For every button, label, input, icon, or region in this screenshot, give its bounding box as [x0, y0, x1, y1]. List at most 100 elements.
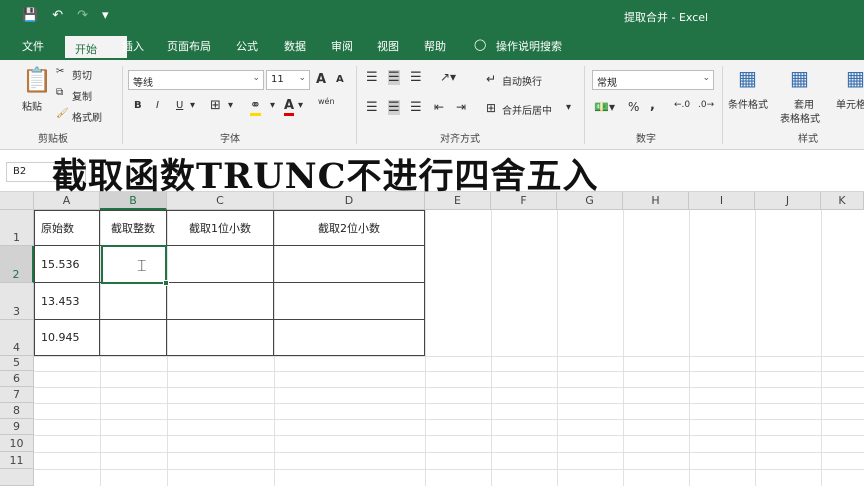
format-as-table-button-line2[interactable]: 表格格式	[780, 110, 820, 125]
middle-align-icon[interactable]: ☰	[388, 70, 400, 85]
copy-icon[interactable]: ⧉	[56, 87, 63, 98]
cell-b3[interactable]	[100, 283, 167, 320]
format-as-table-button[interactable]: 套用	[794, 96, 814, 111]
cell-b4[interactable]	[100, 320, 167, 356]
cell-a4[interactable]: 10.945	[34, 320, 100, 356]
tab-review[interactable]: 审阅	[331, 38, 353, 54]
decrease-decimal-icon[interactable]: .0→	[698, 100, 714, 110]
row-header-11[interactable]: 11	[0, 452, 34, 469]
customize-qat-icon[interactable]: ▾	[102, 8, 109, 23]
cell-c4[interactable]	[167, 320, 274, 356]
column-header-a[interactable]: A	[34, 192, 100, 210]
column-header-i[interactable]: I	[689, 192, 755, 210]
cell-a2[interactable]: 15.536	[34, 246, 100, 283]
copy-button[interactable]: 复制	[72, 88, 92, 103]
cut-icon[interactable]: ✂	[56, 66, 64, 77]
border-icon[interactable]: ⊞	[210, 98, 221, 113]
cell-d2[interactable]	[274, 246, 425, 283]
cell-c2[interactable]	[167, 246, 274, 283]
redo-icon[interactable]: ↷	[77, 8, 88, 23]
font-color-button[interactable]: A	[284, 98, 295, 116]
grow-font-button[interactable]: A	[316, 72, 326, 87]
bottom-align-icon[interactable]: ☰	[410, 70, 422, 85]
wrap-text-button[interactable]: 自动换行	[502, 73, 542, 88]
decrease-indent-icon[interactable]: ⇤	[434, 100, 444, 114]
tell-me-search[interactable]: 操作说明搜索	[496, 38, 562, 54]
comma-style-button[interactable]: ,	[650, 98, 655, 113]
column-header-f[interactable]: F	[491, 192, 557, 210]
chevron-down-icon[interactable]: ▾	[190, 100, 195, 111]
format-as-table-icon[interactable]: ▦	[790, 66, 809, 90]
column-header-e[interactable]: E	[425, 192, 491, 210]
cell-a3[interactable]: 13.453	[34, 283, 100, 320]
number-format-dropdown[interactable]: 常规 ⌄	[592, 70, 714, 90]
tab-page-layout[interactable]: 页面布局	[167, 38, 211, 54]
cell-c1[interactable]: 截取1位小数	[167, 210, 274, 246]
tab-file[interactable]: 文件	[22, 38, 44, 54]
shrink-font-button[interactable]: A	[336, 74, 344, 85]
cut-button[interactable]: 剪切	[72, 67, 92, 82]
tab-formulas[interactable]: 公式	[236, 38, 258, 54]
select-all-corner[interactable]	[0, 192, 34, 210]
cell-a1[interactable]: 原始数	[34, 210, 100, 246]
active-cell-selection[interactable]	[101, 245, 167, 284]
cell-styles-button[interactable]: 单元格	[836, 96, 864, 111]
align-center-icon[interactable]: ☰	[388, 100, 400, 115]
align-left-icon[interactable]: ☰	[366, 100, 378, 115]
font-size-dropdown[interactable]: 11 ⌄	[266, 70, 310, 90]
chevron-down-icon[interactable]: ▾	[298, 100, 303, 111]
top-align-icon[interactable]: ☰	[366, 70, 378, 85]
tab-home[interactable]: 开始	[63, 34, 129, 60]
cell-c3[interactable]	[167, 283, 274, 320]
cell-styles-icon[interactable]: ▦	[846, 66, 864, 90]
row-header-7[interactable]: 7	[0, 387, 34, 403]
cell-d4[interactable]	[274, 320, 425, 356]
italic-button[interactable]: I	[156, 100, 159, 111]
tab-view[interactable]: 视图	[377, 38, 399, 54]
phonetic-guide-button[interactable]: wén	[318, 97, 335, 106]
paste-icon[interactable]: 📋	[22, 66, 52, 94]
chevron-down-icon[interactable]: ▾	[566, 102, 571, 113]
accounting-format-icon[interactable]: 💵▾	[594, 100, 615, 114]
font-name-dropdown[interactable]: 等线 ⌄	[128, 70, 264, 90]
tab-help[interactable]: 帮助	[424, 38, 446, 54]
undo-icon[interactable]: ↶	[52, 8, 63, 23]
conditional-format-button[interactable]: 条件格式	[728, 96, 768, 111]
column-header-h[interactable]: H	[623, 192, 689, 210]
row-header-9[interactable]: 9	[0, 419, 34, 435]
cell-d3[interactable]	[274, 283, 425, 320]
tab-insert[interactable]: 插入	[122, 38, 144, 54]
chevron-down-icon[interactable]: ▾	[270, 100, 275, 111]
row-header-4[interactable]: 4	[0, 320, 34, 356]
underline-button[interactable]: U	[176, 100, 183, 111]
row-header-1[interactable]: 1	[0, 210, 34, 246]
column-header-j[interactable]: J	[755, 192, 821, 210]
cell-d1[interactable]: 截取2位小数	[274, 210, 425, 246]
column-header-d[interactable]: D	[274, 192, 425, 210]
row-header-10[interactable]: 10	[0, 435, 34, 452]
row-header-3[interactable]: 3	[0, 283, 34, 320]
increase-decimal-icon[interactable]: ←.0	[674, 100, 690, 110]
row-header-8[interactable]: 8	[0, 403, 34, 419]
chevron-down-icon[interactable]: ▾	[228, 100, 233, 111]
row-header-2[interactable]: 2	[0, 246, 34, 283]
column-header-g[interactable]: G	[557, 192, 623, 210]
conditional-format-icon[interactable]: ▦	[738, 66, 757, 90]
tab-data[interactable]: 数据	[284, 38, 306, 54]
fill-color-icon[interactable]: ⚭	[250, 98, 261, 116]
merge-center-button[interactable]: 合并后居中	[502, 102, 552, 117]
align-right-icon[interactable]: ☰	[410, 100, 422, 115]
column-header-b[interactable]: B	[100, 192, 167, 210]
column-header-c[interactable]: C	[167, 192, 274, 210]
row-header-12[interactable]	[0, 469, 34, 486]
paste-button[interactable]: 粘贴	[22, 98, 42, 113]
row-header-5[interactable]: 5	[0, 356, 34, 371]
bold-button[interactable]: B	[134, 100, 142, 111]
increase-indent-icon[interactable]: ⇥	[456, 100, 466, 114]
column-header-k[interactable]: K	[821, 192, 864, 210]
save-icon[interactable]: 💾	[22, 8, 38, 23]
format-painter-icon[interactable]: 🖌	[56, 108, 69, 119]
orientation-icon[interactable]: ↗▾	[440, 70, 456, 84]
format-painter-button[interactable]: 格式刷	[72, 109, 102, 124]
cell-b1[interactable]: 截取整数	[100, 210, 167, 246]
